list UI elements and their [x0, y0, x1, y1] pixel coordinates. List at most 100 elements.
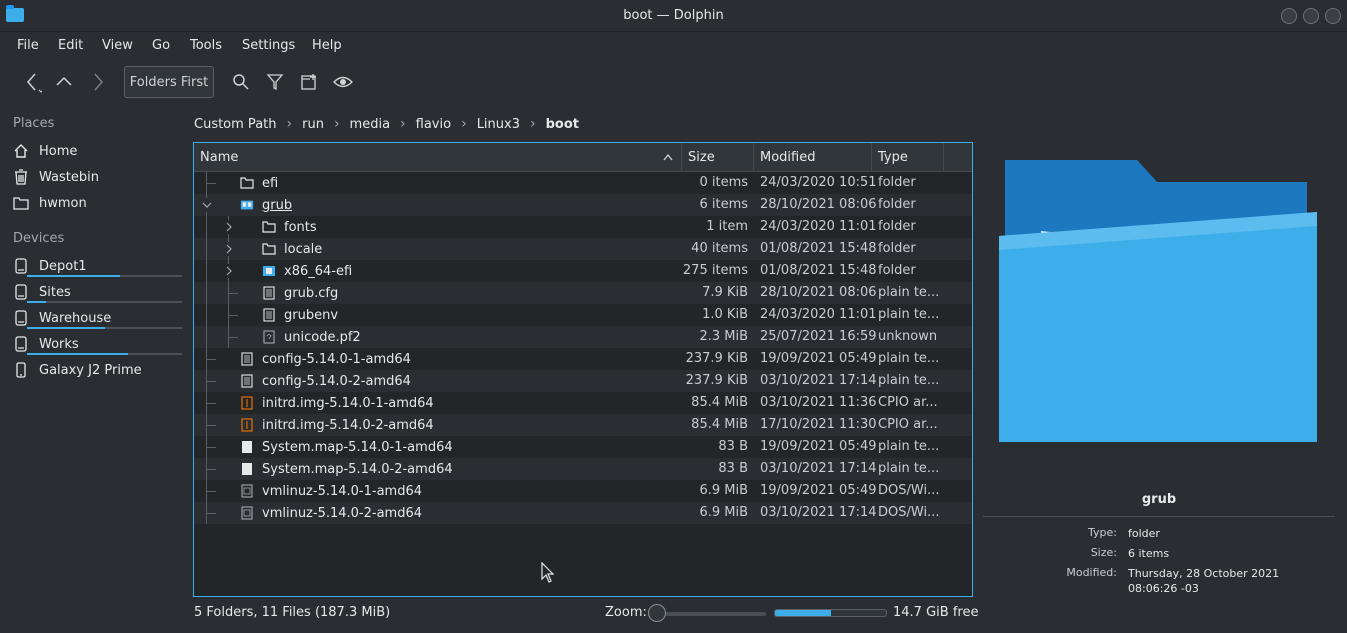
file-name-text: efi — [262, 175, 279, 191]
menu-edit[interactable]: Edit — [58, 38, 83, 53]
file-name[interactable]: locale — [262, 238, 322, 260]
sidebar-item-galaxy-j2-prime[interactable]: Galaxy J2 Prime — [12, 358, 182, 382]
places-heading: Places — [13, 116, 55, 131]
free-space-bar[interactable] — [774, 609, 887, 617]
file-type: DOS/Wi... — [878, 505, 940, 520]
file-row[interactable]: config-5.14.0-2-amd64 237.9 KiB 03/10/2021… — [194, 370, 972, 392]
crumb-custom-path[interactable]: Custom Path — [194, 117, 277, 132]
devices-heading: Devices — [13, 231, 65, 246]
folders-first-button[interactable]: Folders First — [124, 66, 214, 98]
chevron-right-icon[interactable] — [222, 220, 236, 234]
file-row[interactable]: efi 0 items 24/03/2020 10:51 folder — [194, 172, 972, 194]
file-size: 0 items — [699, 175, 748, 190]
minimize-button[interactable] — [1281, 8, 1297, 24]
crumb-linux3[interactable]: Linux3 — [477, 117, 520, 132]
file-name[interactable]: vmlinuz-5.14.0-2-amd64 — [240, 502, 422, 524]
file-name[interactable]: config-5.14.0-2-amd64 — [240, 370, 411, 392]
file-name[interactable]: grubenv — [262, 304, 338, 326]
menu-settings[interactable]: Settings — [242, 38, 295, 53]
file-row[interactable]: System.map-5.14.0-2-amd64 83 B 03/10/2021 … — [194, 458, 972, 480]
file-row[interactable]: vmlinuz-5.14.0-2-amd64 6.9 MiB 03/10/2021 … — [194, 502, 972, 524]
file-name[interactable]: fonts — [262, 216, 317, 238]
status-summary: 5 Folders, 11 Files (187.3 MiB) — [194, 605, 391, 620]
file-name[interactable]: unicode.pf2 — [262, 326, 361, 348]
file-row[interactable]: grub.cfg 7.9 KiB 28/10/2021 08:06 plain te.… — [194, 282, 972, 304]
zoom-slider-handle[interactable] — [648, 604, 666, 622]
new-tab-button[interactable] — [295, 66, 323, 98]
file-name[interactable]: initrd.img-5.14.0-2-amd64 — [240, 414, 434, 436]
back-button[interactable] — [18, 66, 46, 98]
file-name[interactable]: System.map-5.14.0-1-amd64 — [240, 436, 453, 458]
menu-go[interactable]: Go — [152, 38, 170, 53]
file-name[interactable]: efi — [240, 172, 278, 194]
title-bar: boot — Dolphin — [0, 0, 1347, 32]
preview-button[interactable] — [329, 66, 357, 98]
file-type: folder — [878, 197, 916, 212]
file-name[interactable]: grub.cfg — [262, 282, 338, 304]
file-name[interactable]: config-5.14.0-1-amd64 — [240, 348, 411, 370]
file-row[interactable]: config-5.14.0-1-amd64 237.9 KiB 19/09/2021… — [194, 348, 972, 370]
file-name[interactable]: System.map-5.14.0-2-amd64 — [240, 458, 453, 480]
file-row[interactable]: grub 6 items 28/10/2021 08:06 folder — [194, 194, 972, 216]
file-row[interactable]: unicode.pf2 2.3 MiB 25/07/2021 16:59 unknow… — [194, 326, 972, 348]
sidebar-item-wastebin[interactable]: Wastebin — [12, 165, 182, 189]
tree-line — [206, 304, 207, 326]
menu-view[interactable]: View — [102, 38, 133, 53]
file-name-text: initrd.img-5.14.0-2-amd64 — [262, 417, 434, 433]
crumb-flavio[interactable]: flavio — [416, 117, 451, 132]
chevron-right-icon[interactable] — [222, 242, 236, 256]
up-button[interactable] — [50, 66, 78, 98]
tree-line — [228, 293, 238, 294]
filter-button[interactable] — [261, 66, 289, 98]
file-type: plain te... — [878, 461, 940, 476]
file-name[interactable]: vmlinuz-5.14.0-1-amd64 — [240, 480, 422, 502]
tree-line — [206, 447, 216, 448]
trash-icon — [12, 168, 30, 186]
search-button[interactable] — [227, 66, 255, 98]
file-row[interactable]: initrd.img-5.14.0-2-amd64 85.4 MiB 17/10/2… — [194, 414, 972, 436]
file-name[interactable]: initrd.img-5.14.0-1-amd64 — [240, 392, 434, 414]
file-type: CPIO ar... — [878, 417, 938, 432]
binary-file-icon — [240, 484, 254, 498]
file-row[interactable]: grubenv 1.0 KiB 24/03/2020 11:01 plain te..… — [194, 304, 972, 326]
text-file-icon — [240, 352, 254, 366]
chevron-down-icon[interactable] — [200, 198, 214, 212]
file-row[interactable]: x86_64-efi 275 items 01/08/2021 15:48 folde… — [194, 260, 972, 282]
unknown-file-icon — [262, 330, 276, 344]
file-name[interactable]: grub — [240, 194, 292, 216]
column-type-header[interactable]: Type — [872, 143, 944, 172]
sidebar-item-hwmon[interactable]: hwmon — [12, 191, 182, 215]
file-name[interactable]: x86_64-efi — [262, 260, 352, 282]
archive-icon — [240, 396, 254, 410]
crumb-boot[interactable]: boot — [546, 117, 579, 132]
crumb-media[interactable]: media — [350, 117, 391, 132]
folder-icon — [262, 264, 276, 278]
file-row[interactable]: locale 40 items 01/08/2021 15:48 folder — [194, 238, 972, 260]
file-modified: 19/09/2021 05:49 — [760, 483, 877, 498]
column-header: Name Size Modified Type — [194, 143, 972, 172]
file-modified: 24/03/2020 10:51 — [760, 175, 877, 190]
chevron-right-icon[interactable] — [222, 264, 236, 278]
file-row[interactable]: System.map-5.14.0-1-amd64 83 B 19/09/2021 … — [194, 436, 972, 458]
column-modified-header[interactable]: Modified — [754, 143, 872, 172]
menu-help[interactable]: Help — [312, 38, 342, 53]
menu-tools[interactable]: Tools — [190, 38, 222, 53]
file-list-view[interactable]: Name Size Modified Type efi 0 items 24/03/… — [193, 142, 973, 597]
close-button[interactable] — [1325, 8, 1341, 24]
crumb-run[interactable]: run — [302, 117, 324, 132]
forward-button[interactable] — [84, 66, 112, 98]
tree-line — [206, 260, 207, 282]
maximize-button[interactable] — [1303, 8, 1319, 24]
sidebar-item-home[interactable]: Home — [12, 139, 182, 163]
menu-file[interactable]: File — [17, 38, 39, 53]
drive-icon — [12, 257, 30, 275]
file-row[interactable]: initrd.img-5.14.0-1-amd64 85.4 MiB 03/10/2… — [194, 392, 972, 414]
binary-file-icon — [240, 506, 254, 520]
file-row[interactable]: fonts 1 item 24/03/2020 11:01 folder — [194, 216, 972, 238]
zoom-slider-track[interactable] — [652, 612, 766, 616]
file-row[interactable]: vmlinuz-5.14.0-1-amd64 6.9 MiB 19/09/2021 … — [194, 480, 972, 502]
column-size-header[interactable]: Size — [682, 143, 754, 172]
file-modified: 03/10/2021 17:14 — [760, 373, 877, 388]
file-type: plain te... — [878, 307, 940, 322]
column-name-header[interactable]: Name — [194, 143, 682, 172]
